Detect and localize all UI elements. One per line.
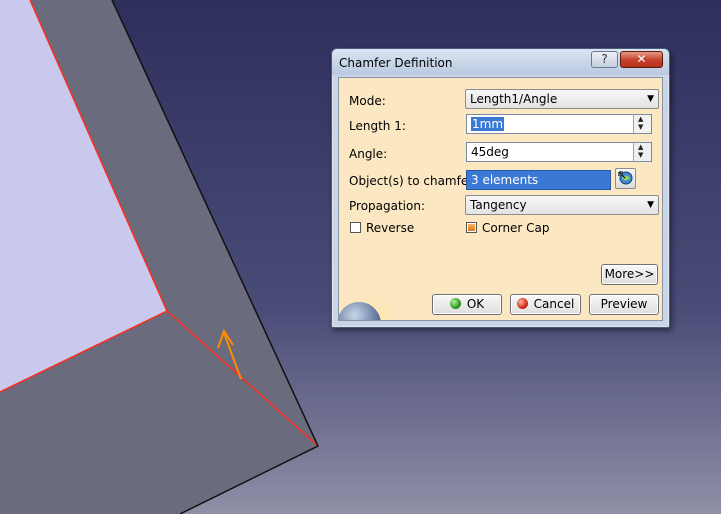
length1-label: Length 1: [349,119,406,133]
length1-spinner[interactable]: ▲ ▼ [633,115,651,133]
cancel-icon [516,298,528,309]
preview-button[interactable]: Preview [589,294,659,315]
reverse-label: Reverse [366,221,415,235]
corner-cap-checkbox[interactable] [466,222,477,233]
spin-up-icon[interactable]: ▲ [638,116,643,123]
selection-mode-button[interactable] [615,168,636,189]
spin-up-icon[interactable]: ▲ [638,144,643,151]
mode-label: Mode: [349,94,386,108]
spin-down-icon[interactable]: ▼ [638,152,643,159]
angle-value: 45deg [471,145,509,159]
length1-value: 1mm [471,117,505,131]
help-button[interactable]: ? [591,51,618,68]
dialog-client-area: Mode: Length1/Angle ▼ Length 1: 1mm ▲ ▼ … [338,77,663,321]
dialog-titlebar[interactable]: Chamfer Definition ? ✕ [332,49,669,75]
angle-spinner[interactable]: ▲ ▼ [633,143,651,161]
globe-sunrise-icon [339,278,391,320]
propagation-dropdown[interactable]: Tangency ▼ [465,195,659,215]
multi-select-icon [618,171,633,185]
cancel-button[interactable]: Cancel [510,294,581,315]
spin-down-icon[interactable]: ▼ [638,124,643,131]
objects-selection-field[interactable]: 3 elements [466,170,611,190]
reverse-checkbox[interactable] [350,222,361,233]
angle-label: Angle: [349,147,388,161]
ok-icon [449,298,461,309]
objects-label: Object(s) to chamfer: [349,174,477,188]
ok-button[interactable]: OK [432,294,502,315]
chevron-down-icon: ▼ [647,94,654,104]
dialog-title: Chamfer Definition [339,56,453,70]
objects-value: 3 elements [471,173,539,187]
cancel-label: Cancel [533,297,575,311]
mode-dropdown[interactable]: Length1/Angle ▼ [465,89,659,109]
more-button[interactable]: More>> [601,264,658,285]
corner-cap-label: Corner Cap [482,221,550,235]
angle-input[interactable]: 45deg ▲ ▼ [466,142,652,162]
chamfer-dialog: Chamfer Definition ? ✕ Mode: Length1/Ang… [331,48,670,328]
propagation-label: Propagation: [349,199,426,213]
length1-input[interactable]: 1mm ▲ ▼ [466,114,652,134]
chevron-down-icon: ▼ [647,200,654,210]
close-button[interactable]: ✕ [620,51,663,68]
mode-value: Length1/Angle [470,92,558,106]
propagation-value: Tangency [470,198,527,212]
ok-label: OK [466,297,485,311]
